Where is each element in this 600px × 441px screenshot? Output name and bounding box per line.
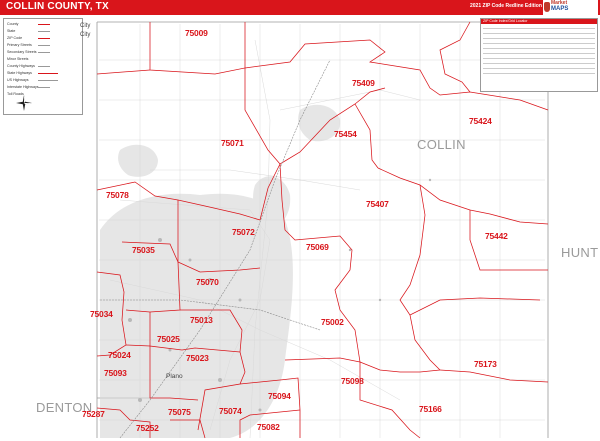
zip-label[interactable]: 75442: [485, 231, 508, 241]
zip-label[interactable]: 75035: [132, 245, 155, 255]
index-heading: ZIP Code Index/Grid Locator: [481, 19, 597, 24]
index-row: [483, 33, 595, 34]
index-row: [483, 53, 595, 54]
zip-label[interactable]: 75173: [474, 359, 497, 369]
index-row: [483, 38, 595, 39]
legend-line: [38, 80, 58, 81]
zip-label[interactable]: 75070: [196, 277, 219, 287]
index-row: [483, 43, 595, 44]
zip-label[interactable]: 75071: [221, 138, 244, 148]
legend-line: [38, 87, 50, 88]
zip-label[interactable]: 75166: [419, 404, 442, 414]
zip-label[interactable]: 75078: [106, 190, 129, 200]
legend: County State City ZIP Code City Primary …: [3, 18, 90, 115]
index-row: [483, 28, 595, 29]
index-row: [483, 73, 595, 74]
zip-label[interactable]: 75082: [257, 422, 280, 432]
legend-item: ZIP Code: [7, 36, 23, 40]
legend-item: State Highways: [7, 71, 32, 75]
index-row: [483, 48, 595, 49]
index-row: [483, 68, 595, 69]
zip-label[interactable]: 75407: [366, 199, 389, 209]
legend-city-label: City: [80, 32, 91, 38]
legend-item: US Highways: [7, 78, 29, 82]
brand-name: MAPS: [551, 6, 569, 12]
city-label-plano: Plano: [166, 373, 183, 380]
edition-label: 2021 ZIP Code Redline Edition: [470, 3, 542, 9]
brand-logo: Market MAPS: [543, 0, 598, 15]
map-title: COLLIN COUNTY, TX: [6, 1, 109, 12]
zip-label[interactable]: 75002: [321, 317, 344, 327]
legend-city-label: City: [80, 23, 91, 29]
zip-label[interactable]: 75287: [82, 409, 105, 419]
zip-label[interactable]: 75409: [352, 78, 375, 88]
legend-item: County: [7, 22, 19, 26]
zip-label[interactable]: 75072: [232, 227, 255, 237]
zip-label[interactable]: 75454: [334, 129, 357, 139]
index-row: [483, 58, 595, 59]
legend-item: State: [7, 29, 16, 33]
zip-label[interactable]: 75009: [185, 28, 208, 38]
legend-line: [38, 52, 50, 53]
zip-label[interactable]: 75252: [136, 423, 159, 433]
legend-item: Secondary Streets: [7, 50, 37, 54]
legend-line: [38, 66, 50, 67]
zip-label[interactable]: 75094: [268, 391, 291, 401]
zip-label[interactable]: 75093: [104, 368, 127, 378]
legend-item: Primary Streets: [7, 43, 32, 47]
title-bar: COLLIN COUNTY, TX 2021 ZIP Code Redline …: [0, 0, 600, 15]
zip-label[interactable]: 75075: [168, 407, 191, 417]
legend-line: [38, 73, 58, 74]
index-row: [483, 63, 595, 64]
legend-line: [38, 24, 50, 25]
legend-line: [38, 31, 50, 32]
zip-label[interactable]: 75069: [306, 242, 329, 252]
zip-label[interactable]: 75023: [186, 353, 209, 363]
legend-line: [38, 38, 50, 39]
zip-index-box: ZIP Code Index/Grid Locator: [480, 18, 598, 92]
zip-label[interactable]: 75098: [341, 376, 364, 386]
compass-rose-icon: [16, 95, 32, 111]
zip-label[interactable]: 75013: [190, 315, 213, 325]
legend-line: [38, 45, 50, 46]
zip-label[interactable]: 75034: [90, 309, 113, 319]
zip-label[interactable]: 75024: [108, 350, 131, 360]
legend-item: Minor Streets: [7, 57, 29, 61]
legend-item: County Highways: [7, 64, 35, 68]
legend-item: Interstate Highways: [7, 85, 39, 89]
zip-label[interactable]: 75025: [157, 334, 180, 344]
zip-label[interactable]: 75424: [469, 116, 492, 126]
region-label-collin: COLLIN: [417, 137, 466, 152]
zip-label[interactable]: 75074: [219, 406, 242, 416]
region-label-hunt: HUNT: [561, 245, 599, 260]
pin-icon: [544, 2, 550, 12]
